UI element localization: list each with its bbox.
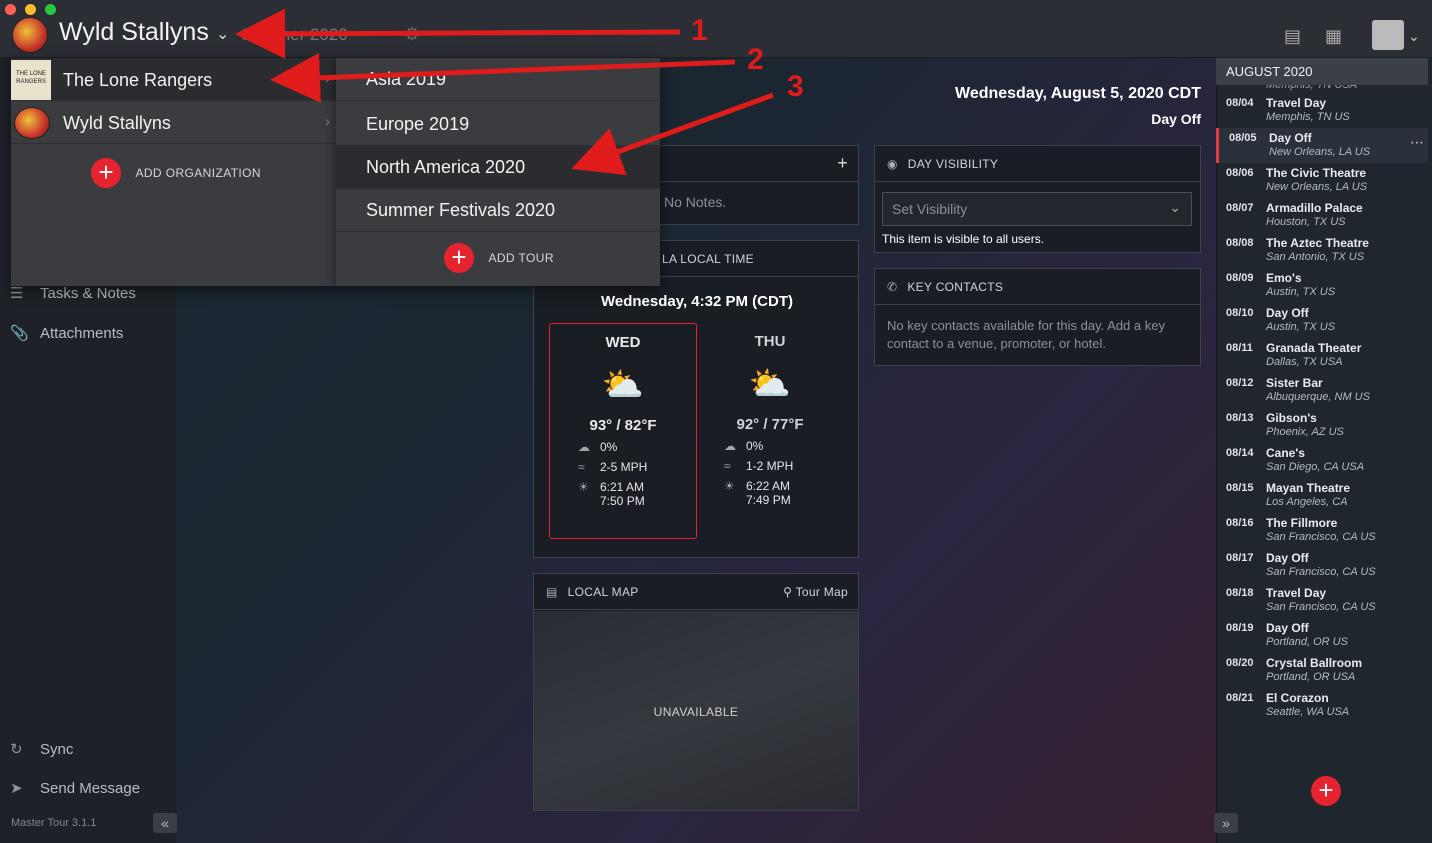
annotation-arrow-1 — [235, 8, 681, 59]
annotation-arrow-3 — [571, 92, 774, 176]
annotation-arrows — [235, 8, 774, 176]
annotation-number: 1 — [691, 14, 708, 47]
annotation-number: 3 — [787, 70, 804, 103]
annotation-number: 2 — [747, 43, 764, 76]
annotation-arrow-2 — [270, 52, 736, 103]
